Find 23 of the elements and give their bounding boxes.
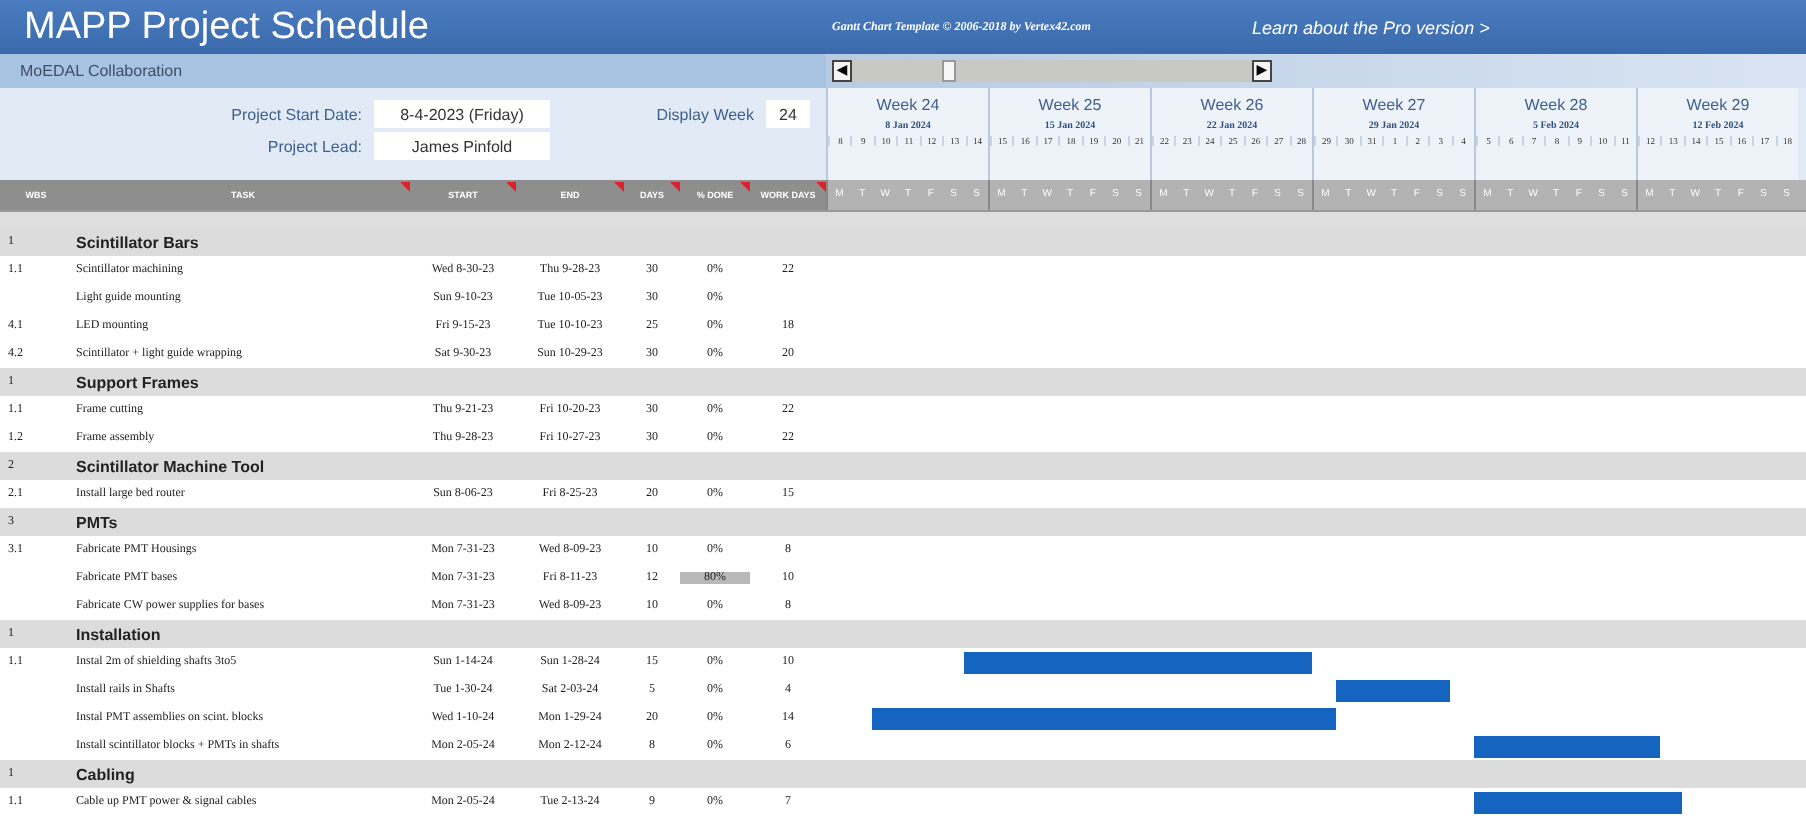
group-title: Scintillator Bars xyxy=(74,233,199,251)
scroll-thumb[interactable] xyxy=(942,60,956,82)
field-label: Project Lead: xyxy=(267,137,362,155)
week-label: Week 28 xyxy=(1524,96,1588,114)
week-label: Week 26 xyxy=(1200,96,1264,114)
field-label: Project Start Date: xyxy=(231,105,362,123)
group-title: Installation xyxy=(74,625,161,643)
week-label: Week 27 xyxy=(1362,96,1426,114)
group-title: Scintillator Machine Tool xyxy=(74,457,265,475)
group-title: Support Frames xyxy=(74,373,199,391)
field-label: Display Week xyxy=(656,105,754,123)
pro-version-link[interactable]: Learn about the Pro version > xyxy=(1252,17,1490,37)
group-title: Cabling xyxy=(74,765,135,783)
input-field[interactable]: 24 xyxy=(766,100,810,128)
group-title: PMTs xyxy=(74,513,118,531)
subtitle: MoEDAL Collaboration xyxy=(20,62,183,80)
window-title: MAPP Project Schedule xyxy=(22,5,431,49)
input-field[interactable]: 8-4-2023 (Friday) xyxy=(374,100,550,128)
gantt-bar xyxy=(1335,680,1451,702)
week-label: Week 24 xyxy=(876,96,940,114)
week-label: Week 25 xyxy=(1038,96,1102,114)
input-field[interactable]: James Pinfold xyxy=(374,132,550,160)
week-label: Week 29 xyxy=(1686,96,1750,114)
